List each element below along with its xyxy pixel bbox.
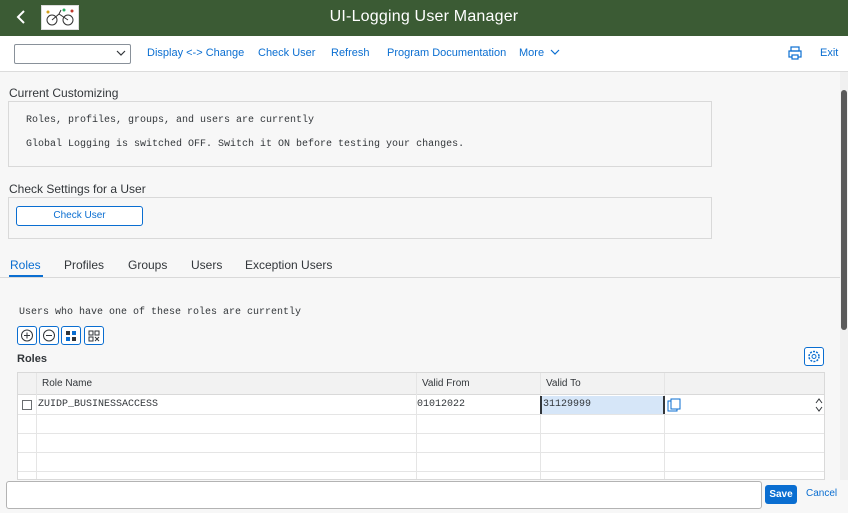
customizing-line-1: Roles, profiles, groups, and users are c… bbox=[26, 115, 315, 126]
display-change-button[interactable]: Display <-> Change bbox=[147, 47, 244, 59]
expand-all-button[interactable] bbox=[17, 326, 37, 345]
column-divider bbox=[416, 373, 417, 479]
tab-profiles[interactable]: Profiles bbox=[64, 258, 104, 272]
check-user-button[interactable]: Check User bbox=[258, 47, 315, 59]
refresh-button[interactable]: Refresh bbox=[331, 47, 370, 59]
check-user-panel-button[interactable]: Check User bbox=[16, 206, 143, 226]
row-divider bbox=[18, 433, 824, 434]
check-settings-panel: Check User bbox=[8, 197, 712, 239]
plus-circle-icon bbox=[21, 329, 33, 342]
deselect-button[interactable] bbox=[84, 326, 104, 345]
valid-from-cell[interactable]: 01012022 bbox=[417, 399, 465, 410]
collapse-all-button[interactable] bbox=[39, 326, 59, 345]
valid-to-value: 31129999 bbox=[543, 399, 592, 410]
chevron-down-icon bbox=[116, 50, 126, 56]
select-block-button[interactable] bbox=[61, 326, 81, 345]
column-divider bbox=[664, 373, 665, 479]
valid-to-input[interactable]: 31129999 bbox=[540, 396, 665, 414]
column-divider bbox=[540, 373, 541, 479]
minus-circle-icon bbox=[43, 329, 55, 342]
roles-table-title: Roles bbox=[17, 353, 47, 365]
table-settings-button[interactable] bbox=[804, 347, 824, 366]
row-scroll-icon[interactable] bbox=[815, 397, 823, 413]
active-tab-indicator bbox=[9, 275, 43, 277]
tab-users[interactable]: Users bbox=[191, 258, 222, 272]
value-help-icon[interactable] bbox=[667, 398, 681, 412]
grid-deselect-icon bbox=[88, 330, 100, 342]
row-divider bbox=[18, 452, 824, 453]
main-content: Current Customizing Roles, profiles, gro… bbox=[0, 72, 840, 480]
customizing-line-2: Global Logging is switched OFF. Switch i… bbox=[26, 139, 465, 150]
column-header-role-name[interactable]: Role Name bbox=[42, 378, 92, 389]
more-button[interactable]: More bbox=[519, 47, 560, 59]
tab-bar: Roles Profiles Groups Users Exception Us… bbox=[0, 258, 840, 278]
print-icon[interactable] bbox=[787, 45, 803, 61]
cancel-button[interactable]: Cancel bbox=[806, 488, 837, 499]
grid-select-icon bbox=[66, 331, 76, 341]
command-input[interactable] bbox=[6, 481, 762, 509]
more-label: More bbox=[519, 47, 545, 59]
variant-select[interactable] bbox=[14, 44, 131, 64]
column-header-valid-to[interactable]: Valid To bbox=[546, 378, 581, 389]
row-divider bbox=[18, 414, 824, 415]
page-scrollbar[interactable] bbox=[840, 72, 848, 480]
roles-info-text: Users who have one of these roles are cu… bbox=[19, 307, 302, 318]
current-customizing-title: Current Customizing bbox=[9, 86, 119, 100]
role-name-cell[interactable]: ZUIDP_BUSINESSACCESS bbox=[38, 399, 158, 410]
gear-icon bbox=[808, 350, 820, 363]
scrollbar-thumb[interactable] bbox=[841, 90, 847, 330]
tab-exception-users[interactable]: Exception Users bbox=[245, 258, 332, 272]
toolbar: Display <-> Change Check User Refresh Pr… bbox=[0, 36, 848, 72]
column-header-valid-from[interactable]: Valid From bbox=[422, 378, 470, 389]
column-divider bbox=[36, 373, 37, 479]
tab-groups[interactable]: Groups bbox=[128, 258, 167, 272]
current-customizing-panel: Roles, profiles, groups, and users are c… bbox=[8, 101, 712, 167]
row-selector-checkbox[interactable] bbox=[22, 400, 32, 410]
chevron-down-icon bbox=[550, 49, 560, 55]
exit-button[interactable]: Exit bbox=[820, 47, 838, 59]
check-settings-title: Check Settings for a User bbox=[9, 182, 146, 196]
row-divider bbox=[18, 471, 824, 472]
save-button[interactable]: Save bbox=[765, 485, 797, 504]
page-title: UI-Logging User Manager bbox=[329, 8, 519, 25]
tab-roles[interactable]: Roles bbox=[10, 258, 41, 272]
roles-table: Role Name Valid From Valid To ZUIDP_BUSI… bbox=[17, 372, 825, 480]
footer-bar: Save Cancel bbox=[0, 480, 848, 513]
shell-header: UI-Logging User Manager bbox=[0, 0, 848, 36]
program-documentation-button[interactable]: Program Documentation bbox=[387, 47, 506, 59]
table-header: Role Name Valid From Valid To bbox=[18, 373, 824, 395]
